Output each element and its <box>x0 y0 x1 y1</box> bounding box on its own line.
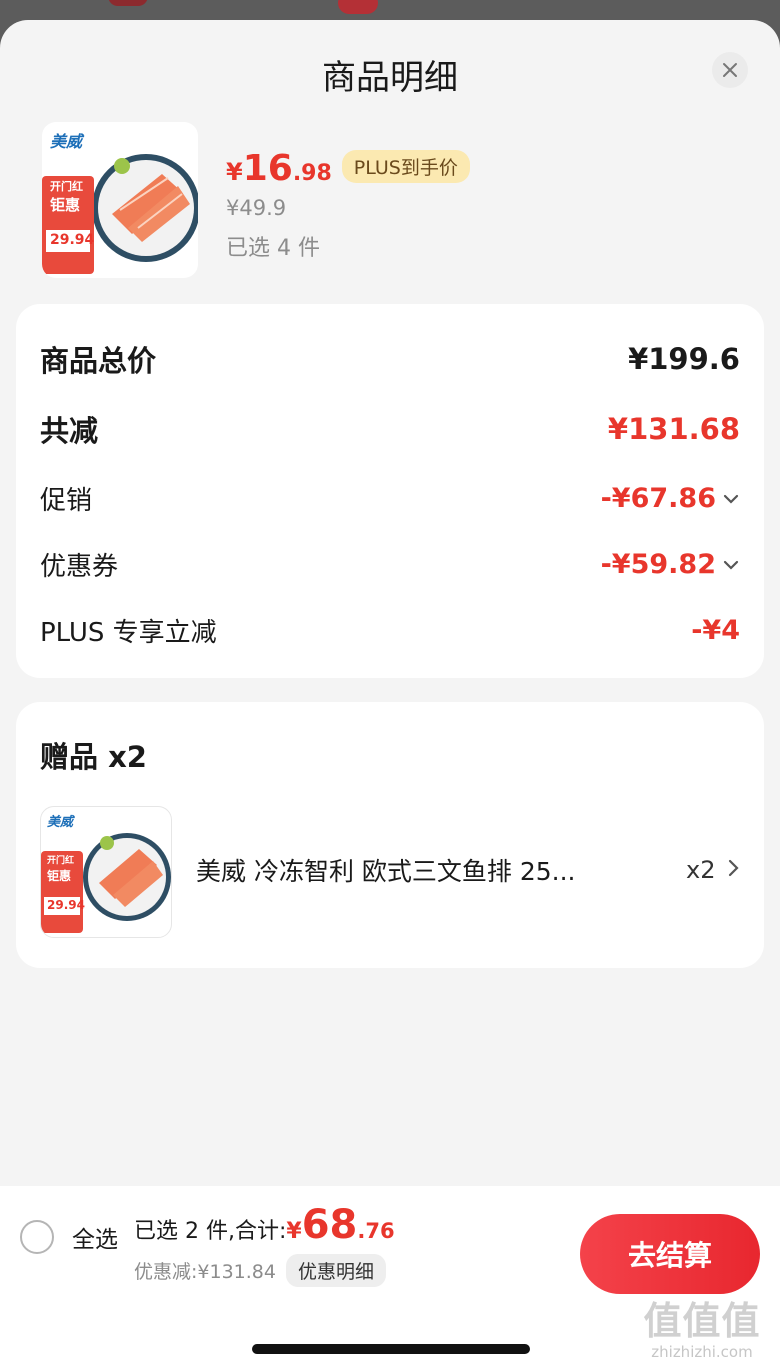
promo-value: -¥67.86 <box>600 483 716 514</box>
sum-decimal: .76 <box>357 1219 395 1243</box>
image-badge: 钜惠 <box>50 196 81 214</box>
selected-count: 已选 4 件 <box>226 236 320 261</box>
plus-reduce-row: PLUS 专享立减 -¥4 <box>40 612 740 649</box>
gift-product-name[interactable]: 美威 冷冻智利 欧式三文鱼排 25... <box>196 852 636 888</box>
backdrop-element <box>108 0 148 6</box>
price-integer: 16 <box>242 148 293 189</box>
total-reduce-row: 共减 ¥131.68 <box>40 408 740 450</box>
gift-image: 美威 开门红 钜惠 29.94 <box>40 806 172 938</box>
brand-logo: 美威 <box>50 132 83 151</box>
price-decimal: .98 <box>292 161 332 186</box>
image-badge: 钜惠 <box>47 869 72 883</box>
watermark: 值值值 zhizhizhi.com <box>632 1290 772 1361</box>
gift-card: 赠品 x2 美威 开门红 钜惠 29.94 美威 冷冻智利 欧式三文鱼排 25.… <box>16 702 764 968</box>
image-price: 29.94 <box>47 898 85 912</box>
product-image: 美威 开门红 钜惠 29.94 <box>42 122 198 278</box>
image-badge: 开门红 <box>47 856 75 866</box>
watermark-logo: 值值值 <box>643 1299 761 1343</box>
backdrop-element <box>338 0 378 14</box>
checkout-button[interactable]: 去结算 <box>580 1214 760 1294</box>
sheet-title: 商品明细 <box>322 58 458 98</box>
gift-title: 赠品 x2 <box>40 740 147 774</box>
plus-price-tag: PLUS到手价 <box>341 150 470 183</box>
close-button[interactable] <box>712 52 748 88</box>
promo-row[interactable]: 促销 -¥67.86 <box>40 480 740 517</box>
original-price: ¥49.9 <box>226 196 287 220</box>
chevron-down-icon <box>723 560 739 570</box>
image-badge: 开门红 <box>50 180 83 193</box>
total-reduce-value: ¥131.68 <box>607 412 740 446</box>
close-icon <box>723 63 737 77</box>
coupon-label: 优惠券 <box>40 552 119 582</box>
goods-total-label: 商品总价 <box>40 344 157 378</box>
discount-amount: 优惠减:¥131.84 <box>134 1261 276 1283</box>
select-all-checkbox[interactable] <box>20 1220 54 1254</box>
promo-label: 促销 <box>40 486 93 516</box>
discount-line: 优惠减:¥131.84 优惠明细 <box>134 1254 386 1287</box>
gift-quantity: x2 <box>686 856 716 884</box>
product-detail-sheet: 商品明细 美威 开门红 钜惠 29.94 ¥ 16 .98 PLUS到手价 ¥4… <box>0 20 780 1370</box>
select-all-label[interactable]: 全选 <box>72 1220 118 1254</box>
total-reduce-label: 共减 <box>40 414 99 448</box>
selection-summary: 已选 2 件,合计: ¥ 68 .76 <box>134 1202 395 1248</box>
selected-total-label: 已选 2 件,合计: <box>134 1219 287 1244</box>
brand-logo: 美威 <box>47 815 74 830</box>
sum-integer: 68 <box>301 1202 358 1248</box>
chevron-right-icon[interactable] <box>726 858 740 878</box>
coupon-row[interactable]: 优惠券 -¥59.82 <box>40 546 740 583</box>
discount-detail-button[interactable]: 优惠明细 <box>285 1254 386 1287</box>
watermark-url: zhizhizhi.com <box>651 1343 753 1361</box>
home-indicator[interactable] <box>252 1344 530 1354</box>
price-summary-card: 商品总价 ¥199.6 共减 ¥131.68 促销 -¥67.86 优惠券 -¥… <box>16 304 764 678</box>
coupon-value: -¥59.82 <box>600 549 716 580</box>
plus-reduce-value: -¥4 <box>691 615 740 646</box>
sum-symbol: ¥ <box>286 1219 302 1244</box>
goods-total-value: ¥199.6 <box>628 342 740 376</box>
image-price: 29.94 <box>50 232 95 248</box>
plus-price: ¥ 16 .98 PLUS到手价 <box>226 148 470 189</box>
price-symbol: ¥ <box>226 158 243 186</box>
plus-reduce-label: PLUS 专享立减 <box>40 618 217 648</box>
goods-total-row: 商品总价 ¥199.6 <box>40 338 740 380</box>
chevron-down-icon <box>723 494 739 504</box>
